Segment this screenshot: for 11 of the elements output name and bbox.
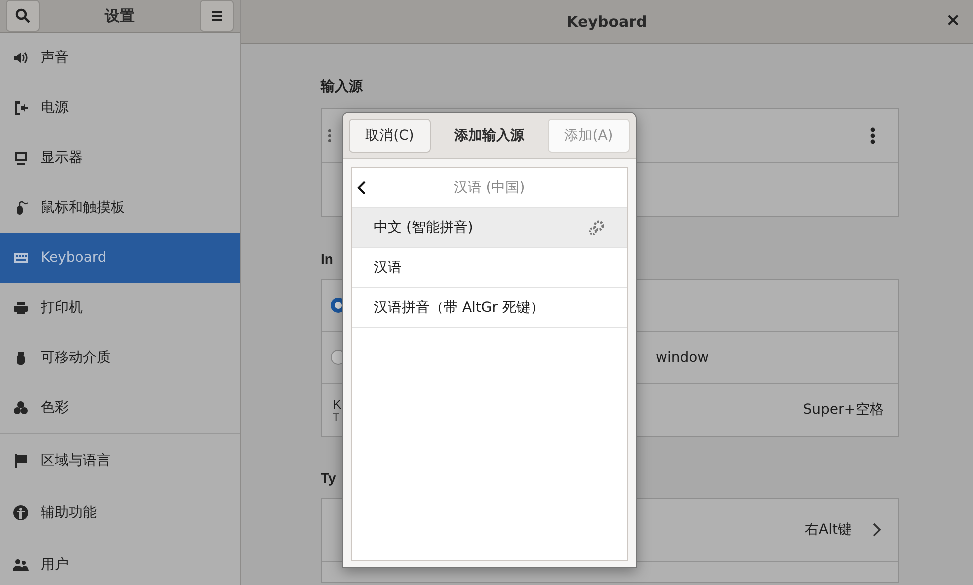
shortcut-subtitle: T xyxy=(333,412,341,424)
shortcut-value: Super+空格 xyxy=(803,401,884,419)
dialog-title: 添加输入源 xyxy=(454,126,524,144)
section-heading: Ty xyxy=(321,470,338,486)
key-value: 右Alt键 xyxy=(805,521,852,539)
window-title: Keyboard xyxy=(566,12,648,30)
list-title: 汉语 (中国) xyxy=(454,178,526,196)
section-heading: 输入源 xyxy=(321,78,364,96)
shortcut-title: K xyxy=(333,396,342,412)
option-label: window xyxy=(656,350,710,366)
sidebar-title: 设置 xyxy=(105,6,135,26)
